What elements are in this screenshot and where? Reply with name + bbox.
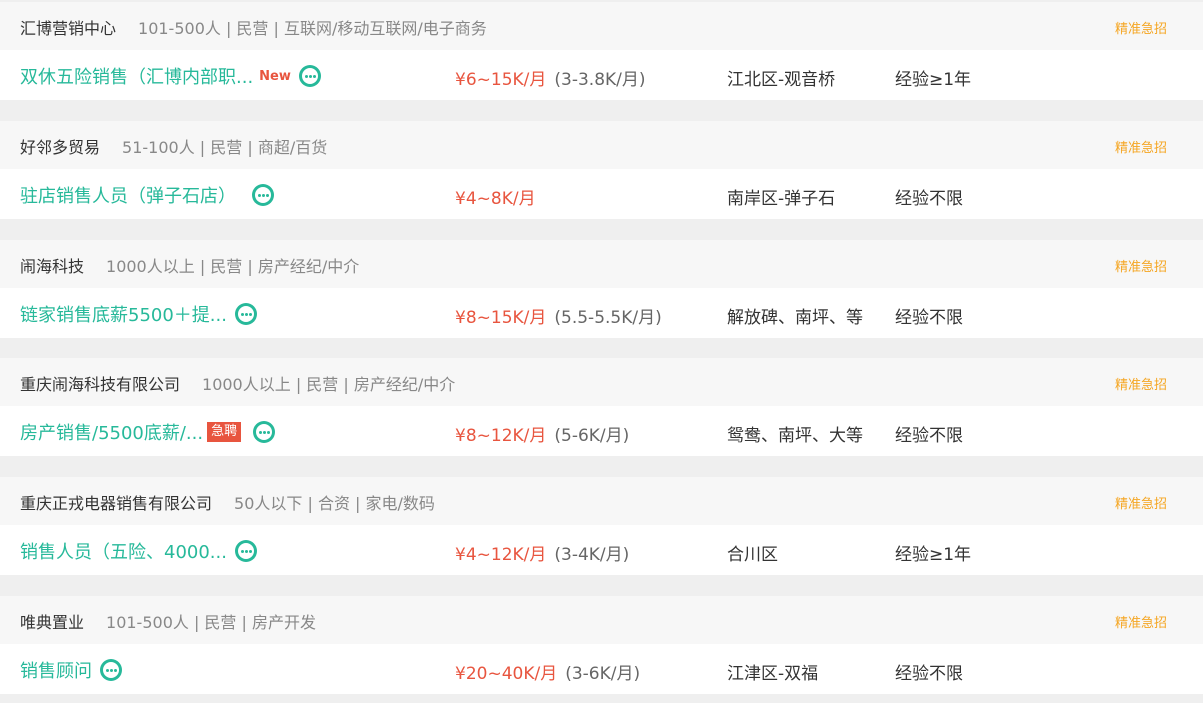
job-location: 合川区 bbox=[727, 545, 778, 565]
salary-monthly: (3-4K/月) bbox=[554, 545, 630, 565]
company-name[interactable]: 汇博营销中心 bbox=[20, 19, 116, 38]
job-row[interactable]: 销售顾问 ¥20~40K/月 (3-6K/月) 江津区-双福 经验不限 bbox=[0, 644, 1203, 694]
salary-range: ¥4~8K/月 bbox=[455, 189, 536, 209]
experience-requirement: 经验不限 bbox=[895, 426, 963, 446]
experience-requirement: 经验≥1年 bbox=[895, 70, 972, 90]
job-title-link[interactable]: 链家销售底薪5500＋提... bbox=[20, 301, 227, 327]
chat-icon[interactable] bbox=[252, 184, 274, 206]
experience-requirement: 经验≥1年 bbox=[895, 545, 972, 565]
company-info: 汇博营销中心 101-500人 | 民营 | 互联网/移动互联网/电子商务 bbox=[20, 15, 487, 39]
job-title-wrap: 链家销售底薪5500＋提... bbox=[20, 301, 257, 327]
chat-icon[interactable] bbox=[234, 540, 257, 562]
salary: ¥4~8K/月 bbox=[455, 184, 536, 209]
salary-range: ¥4~12K/月 bbox=[455, 545, 547, 565]
company-meta: 101-500人 | 民营 | 互联网/移动互联网/电子商务 bbox=[138, 19, 487, 38]
company-header: 闹海科技 1000人以上 | 民营 | 房产经纪/中介 精准急招 bbox=[0, 240, 1203, 288]
job-location: 南岸区-弹子石 bbox=[727, 189, 836, 209]
company-header: 汇博营销中心 101-500人 | 民营 | 互联网/移动互联网/电子商务 精准急… bbox=[0, 2, 1203, 50]
salary-monthly: (5.5-5.5K/月) bbox=[554, 308, 662, 328]
urgent-tag: 精准急招 bbox=[1114, 141, 1167, 156]
company-name[interactable]: 重庆闹海科技有限公司 bbox=[20, 375, 180, 394]
salary: ¥8~15K/月 (5.5-5.5K/月) bbox=[455, 303, 662, 328]
job-title-link[interactable]: 销售人员（五险、4000... bbox=[20, 538, 227, 564]
salary-monthly: (3-6K/月) bbox=[565, 664, 641, 684]
company-name[interactable]: 唯典置业 bbox=[20, 613, 84, 632]
job-list: 汇博营销中心 101-500人 | 民营 | 互联网/移动互联网/电子商务 精准急… bbox=[0, 0, 1203, 703]
job-card: 唯典置业 101-500人 | 民营 | 房产开发 精准急招 销售顾问 ¥20~4… bbox=[0, 596, 1203, 694]
company-info: 唯典置业 101-500人 | 民营 | 房产开发 bbox=[20, 609, 316, 633]
job-row[interactable]: 房产销售/5500底薪/... 急聘 ¥8~12K/月 (5-6K/月) 鸳鸯、南… bbox=[0, 406, 1203, 456]
urgent-tag: 精准急招 bbox=[1114, 616, 1167, 631]
chat-icon[interactable] bbox=[100, 659, 122, 681]
job-location: 江北区-观音桥 bbox=[727, 70, 836, 90]
salary-range: ¥6~15K/月 bbox=[455, 70, 547, 90]
job-title-link[interactable]: 双休五险销售（汇博内部职... bbox=[20, 63, 253, 89]
company-name[interactable]: 闹海科技 bbox=[20, 257, 84, 276]
urgent-tag: 精准急招 bbox=[1114, 260, 1167, 275]
job-title-wrap: 房产销售/5500底薪/... 急聘 bbox=[20, 419, 276, 445]
job-title-link[interactable]: 销售顾问 bbox=[20, 657, 92, 683]
job-card: 重庆闹海科技有限公司 1000人以上 | 民营 | 房产经纪/中介 精准急招 房产… bbox=[0, 358, 1203, 456]
job-row[interactable]: 驻店销售人员（弹子石店） ¥4~8K/月 南岸区-弹子石 经验不限 bbox=[0, 169, 1203, 219]
job-row[interactable]: 销售人员（五险、4000... ¥4~12K/月 (3-4K/月) 合川区 经验≥… bbox=[0, 525, 1203, 575]
company-header: 重庆闹海科技有限公司 1000人以上 | 民营 | 房产经纪/中介 精准急招 bbox=[0, 358, 1203, 406]
job-card: 好邻多贸易 51-100人 | 民营 | 商超/百货 精准急招 驻店销售人员（弹子… bbox=[0, 121, 1203, 219]
job-title-wrap: 销售顾问 bbox=[20, 657, 122, 683]
job-title-link[interactable]: 房产销售/5500底薪/... bbox=[20, 419, 203, 445]
job-row[interactable]: 双休五险销售（汇博内部职... New ¥6~15K/月 (3-3.8K/月) 江… bbox=[0, 50, 1203, 100]
chat-icon[interactable] bbox=[253, 421, 276, 443]
company-meta: 101-500人 | 民营 | 房产开发 bbox=[106, 613, 316, 632]
company-meta: 50人以下 | 合资 | 家电/数码 bbox=[234, 494, 435, 513]
experience-requirement: 经验不限 bbox=[895, 308, 963, 328]
salary-monthly: (3-3.8K/月) bbox=[554, 70, 646, 90]
urgent-tag: 精准急招 bbox=[1114, 497, 1167, 512]
job-location: 江津区-双福 bbox=[727, 664, 819, 684]
company-info: 重庆闹海科技有限公司 1000人以上 | 民营 | 房产经纪/中介 bbox=[20, 371, 455, 395]
experience-requirement: 经验不限 bbox=[895, 189, 963, 209]
urgent-tag: 精准急招 bbox=[1114, 22, 1167, 37]
urgent-tag: 精准急招 bbox=[1114, 378, 1167, 393]
salary: ¥8~12K/月 (5-6K/月) bbox=[455, 421, 629, 446]
job-card: 汇博营销中心 101-500人 | 民营 | 互联网/移动互联网/电子商务 精准急… bbox=[0, 2, 1203, 100]
job-location: 鸳鸯、南坪、大等 bbox=[727, 426, 863, 446]
salary-monthly: (5-6K/月) bbox=[554, 426, 630, 446]
salary: ¥20~40K/月 (3-6K/月) bbox=[455, 659, 640, 684]
job-title-link[interactable]: 驻店销售人员（弹子石店） bbox=[20, 182, 236, 208]
company-header: 好邻多贸易 51-100人 | 民营 | 商超/百货 精准急招 bbox=[0, 121, 1203, 169]
company-meta: 1000人以上 | 民营 | 房产经纪/中介 bbox=[202, 375, 456, 394]
job-location: 解放碑、南坪、等 bbox=[727, 308, 863, 328]
salary-range: ¥8~15K/月 bbox=[455, 308, 547, 328]
salary: ¥6~15K/月 (3-3.8K/月) bbox=[455, 65, 646, 90]
job-title-wrap: 双休五险销售（汇博内部职... New bbox=[20, 63, 321, 89]
company-info: 好邻多贸易 51-100人 | 民营 | 商超/百货 bbox=[20, 134, 327, 158]
company-meta: 1000人以上 | 民营 | 房产经纪/中介 bbox=[106, 257, 360, 276]
company-header: 唯典置业 101-500人 | 民营 | 房产开发 精准急招 bbox=[0, 596, 1203, 644]
salary: ¥4~12K/月 (3-4K/月) bbox=[455, 540, 629, 565]
job-row[interactable]: 链家销售底薪5500＋提... ¥8~15K/月 (5.5-5.5K/月) 解放碑… bbox=[0, 288, 1203, 338]
company-meta: 51-100人 | 民营 | 商超/百货 bbox=[122, 138, 328, 157]
new-badge: New bbox=[259, 68, 291, 84]
job-card: 闹海科技 1000人以上 | 民营 | 房产经纪/中介 精准急招 链家销售底薪55… bbox=[0, 240, 1203, 338]
job-title-wrap: 销售人员（五险、4000... bbox=[20, 538, 257, 564]
job-card: 重庆正戎电器销售有限公司 50人以下 | 合资 | 家电/数码 精准急招 销售人员… bbox=[0, 477, 1203, 575]
company-header: 重庆正戎电器销售有限公司 50人以下 | 合资 | 家电/数码 精准急招 bbox=[0, 477, 1203, 525]
experience-requirement: 经验不限 bbox=[895, 664, 963, 684]
salary-range: ¥8~12K/月 bbox=[455, 426, 547, 446]
chat-icon[interactable] bbox=[298, 65, 321, 87]
salary-range: ¥20~40K/月 bbox=[455, 664, 558, 684]
company-name[interactable]: 重庆正戎电器销售有限公司 bbox=[20, 494, 212, 513]
company-info: 重庆正戎电器销售有限公司 50人以下 | 合资 | 家电/数码 bbox=[20, 490, 435, 514]
chat-icon[interactable] bbox=[234, 303, 257, 325]
urgent-hiring-badge: 急聘 bbox=[207, 422, 242, 442]
company-info: 闹海科技 1000人以上 | 民营 | 房产经纪/中介 bbox=[20, 253, 359, 277]
job-title-wrap: 驻店销售人员（弹子石店） bbox=[20, 182, 274, 208]
company-name[interactable]: 好邻多贸易 bbox=[20, 138, 100, 157]
